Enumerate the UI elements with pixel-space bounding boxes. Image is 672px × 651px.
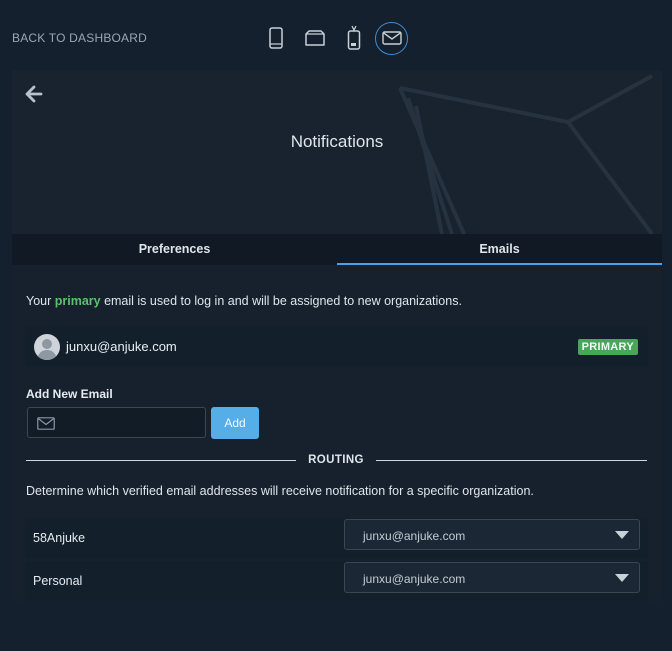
tablet-device-button[interactable] <box>297 20 333 56</box>
routing-description: Determine which verified email addresses… <box>26 484 534 498</box>
user-silhouette-icon <box>37 339 57 360</box>
organization-name: 58Anjuke <box>33 531 86 545</box>
routing-row: 58Anjuke junxu@anjuke.com <box>26 518 648 558</box>
add-email-button[interactable]: Add <box>211 407 259 439</box>
routing-heading: ROUTING <box>308 454 364 466</box>
add-email-field[interactable] <box>27 407 206 438</box>
mobile-phone-icon <box>269 27 283 49</box>
tab-emails[interactable]: Emails <box>337 234 662 265</box>
routing-email-select[interactable]: junxu@anjuke.com <box>344 562 640 593</box>
badge-device-icon <box>347 25 361 50</box>
routing-row: Personal junxu@anjuke.com <box>26 561 648 601</box>
email-device-button[interactable] <box>375 21 408 55</box>
info-suffix: email is used to log in and will be assi… <box>100 294 462 308</box>
emails-panel: Preferences Emails Your primary email is… <box>12 234 662 602</box>
selected-email: junxu@anjuke.com <box>363 529 466 543</box>
tab-preferences[interactable]: Preferences <box>12 234 337 265</box>
envelope-icon <box>37 417 55 430</box>
add-email-input[interactable] <box>62 412 202 434</box>
back-to-dashboard-link[interactable]: BACK TO DASHBOARD <box>12 31 147 45</box>
organization-name: Personal <box>33 574 83 588</box>
divider-left <box>26 460 296 461</box>
notifications-header: Notifications <box>12 70 662 234</box>
primary-highlight: primary <box>54 294 101 308</box>
top-bar: BACK TO DASHBOARD <box>0 0 672 72</box>
arrow-left-icon[interactable] <box>25 85 43 103</box>
routing-email-select[interactable]: junxu@anjuke.com <box>344 519 640 550</box>
info-prefix: Your <box>26 294 55 308</box>
page-title: Notifications <box>290 132 384 151</box>
tab-bar: Preferences Emails <box>12 234 662 265</box>
caret-down-icon <box>615 574 629 582</box>
divider-right <box>376 460 647 461</box>
mobile-phone-button[interactable] <box>258 20 294 56</box>
primary-email-row: junxu@anjuke.com PRIMARY <box>26 326 648 366</box>
primary-badge: PRIMARY <box>577 339 638 355</box>
device-switcher <box>258 20 411 56</box>
add-email-label: Add New Email <box>26 387 113 401</box>
primary-email-info: Your primary email is used to log in and… <box>26 294 462 308</box>
caret-down-icon <box>615 531 629 539</box>
envelope-background-icon <box>398 74 654 234</box>
primary-email-address: junxu@anjuke.com <box>66 339 177 354</box>
avatar <box>34 334 60 360</box>
tablet-device-icon <box>305 30 325 46</box>
selected-email: junxu@anjuke.com <box>363 572 466 586</box>
envelope-icon <box>381 31 402 45</box>
badge-device-button[interactable] <box>336 20 372 56</box>
